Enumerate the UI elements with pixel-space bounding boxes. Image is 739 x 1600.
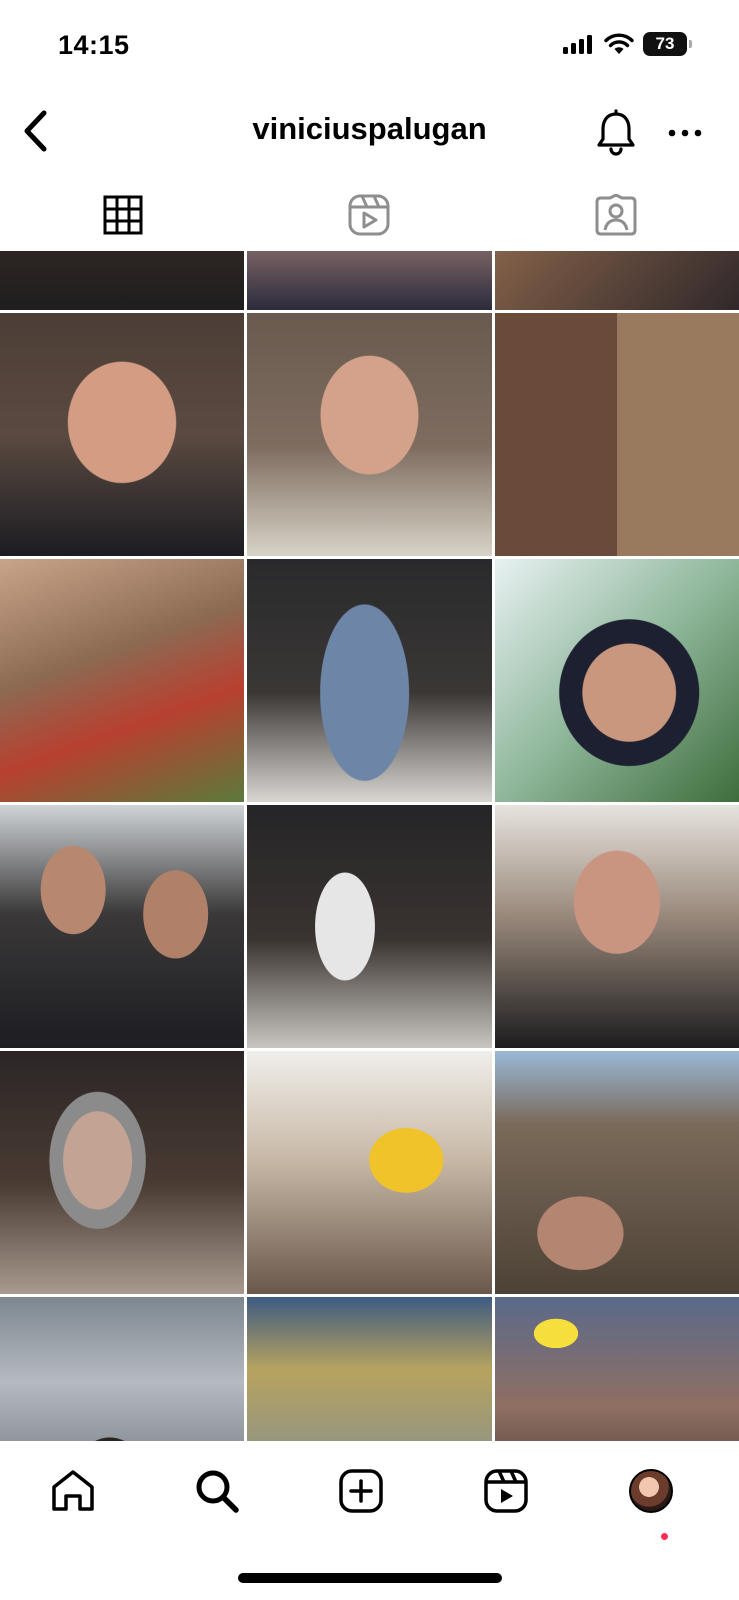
post-thumbnail[interactable] (0, 1297, 244, 1441)
post-thumbnail[interactable] (247, 1297, 492, 1441)
post-thumbnail[interactable] (247, 251, 492, 310)
post-thumbnail[interactable] (0, 313, 244, 556)
post-thumbnail[interactable] (247, 313, 492, 556)
home-icon (52, 1470, 94, 1511)
post-thumbnail[interactable] (0, 251, 244, 310)
cellular-signal-icon (563, 35, 592, 54)
nav-create[interactable] (326, 1461, 396, 1521)
reels-icon (484, 1469, 528, 1513)
post-thumbnail[interactable] (495, 313, 739, 556)
nav-search[interactable] (182, 1461, 252, 1521)
nav-reels[interactable] (471, 1461, 541, 1521)
post-thumbnail[interactable] (0, 559, 244, 802)
battery-icon: 73 (643, 32, 692, 56)
more-options-button[interactable] (660, 109, 710, 157)
more-dots-icon (668, 129, 702, 137)
status-icons: 73 (563, 32, 692, 56)
post-thumbnail[interactable] (495, 805, 739, 1048)
post-thumbnail[interactable] (495, 559, 739, 802)
post-thumbnail[interactable] (0, 805, 244, 1048)
profile-avatar (629, 1469, 673, 1513)
status-bar: 14:15 73 (0, 0, 739, 95)
post-thumbnail[interactable] (247, 805, 492, 1048)
home-indicator (238, 1573, 502, 1583)
profile-tabs (0, 180, 739, 250)
status-time: 14:15 (58, 30, 130, 60)
battery-level: 73 (655, 34, 675, 53)
posts-grid (0, 251, 739, 1441)
search-icon (196, 1470, 239, 1513)
tagged-person-icon (595, 194, 637, 236)
post-thumbnail[interactable] (495, 1297, 739, 1441)
nav-home[interactable] (38, 1461, 108, 1521)
tab-posts-grid[interactable] (0, 180, 246, 250)
posts-grid-inner (0, 251, 739, 1441)
notification-dot (661, 1533, 668, 1540)
create-post-icon (339, 1469, 383, 1513)
wifi-icon (604, 33, 634, 54)
post-thumbnail[interactable] (495, 1051, 739, 1294)
reels-icon (348, 194, 390, 236)
post-thumbnail[interactable] (0, 1051, 244, 1294)
tab-reels[interactable] (246, 180, 492, 250)
post-thumbnail[interactable] (247, 1051, 492, 1294)
grid-icon (103, 195, 143, 235)
tab-tagged[interactable] (493, 180, 739, 250)
profile-header: viniciuspalugan (0, 95, 739, 171)
nav-profile[interactable] (616, 1461, 686, 1521)
post-thumbnail[interactable] (495, 251, 739, 310)
notifications-button[interactable] (590, 105, 642, 161)
post-thumbnail[interactable] (247, 559, 492, 802)
bell-icon (597, 109, 635, 156)
